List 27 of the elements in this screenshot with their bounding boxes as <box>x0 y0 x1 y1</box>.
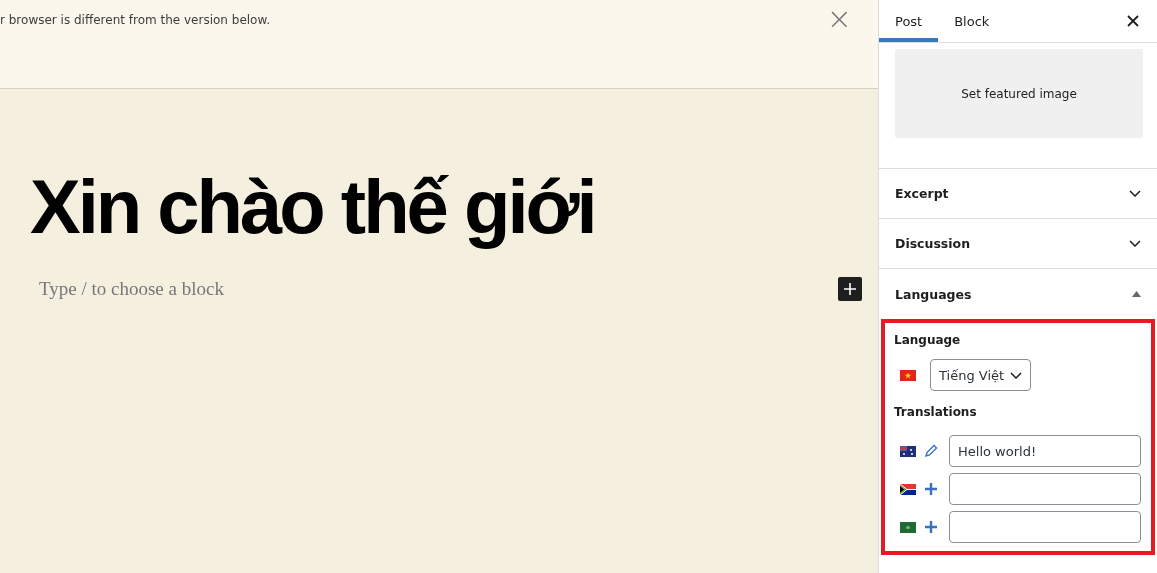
translations-label: Translations <box>894 405 978 419</box>
flag-icon <box>900 521 916 533</box>
add-block-button[interactable] <box>838 277 862 301</box>
edit-button[interactable] <box>922 442 940 460</box>
sidebar-tab[interactable]: Block <box>938 0 1006 42</box>
translation-field[interactable] <box>949 473 1141 505</box>
language-select[interactable]: Tiếng Việt <box>930 359 1032 391</box>
post-title[interactable]: Xin chào thế giới <box>30 159 878 255</box>
block-placeholder[interactable]: Type / to choose a block <box>39 278 224 300</box>
chevron-down-icon <box>1129 190 1141 197</box>
close-icon <box>1127 15 1139 27</box>
chevron-down-icon <box>1010 371 1023 379</box>
notice-text: r browser is different from the version below. <box>0 13 270 27</box>
add-button[interactable] <box>922 518 940 536</box>
chevron-down-icon <box>1129 240 1141 247</box>
flag-icon <box>900 483 916 495</box>
flag-icon <box>900 445 916 457</box>
triangle-up-icon <box>1132 291 1141 297</box>
plus-icon <box>843 282 857 296</box>
language-label: Language <box>894 333 962 347</box>
sidebar-tab[interactable]: Post <box>879 0 939 42</box>
translation-field[interactable] <box>949 511 1141 543</box>
translation-field[interactable]: Hello world! <box>949 435 1141 467</box>
close-button[interactable]: × <box>820 4 858 34</box>
flag-icon <box>900 369 916 381</box>
add-button[interactable] <box>922 480 940 498</box>
featured-image-button[interactable]: Set featured image <box>895 49 1143 138</box>
